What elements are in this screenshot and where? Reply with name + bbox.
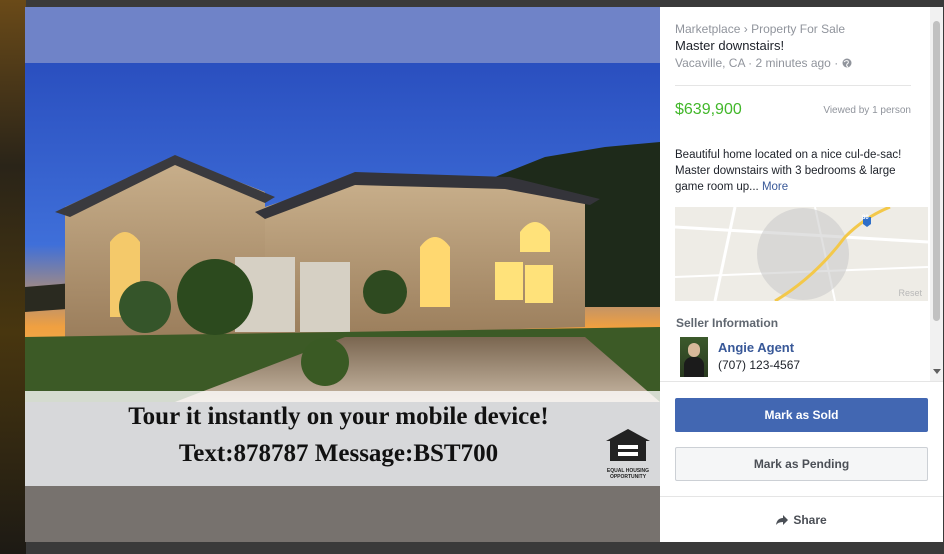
listing-photo[interactable]: Tour it instantly on your mobile device!… [25, 7, 660, 542]
equal-housing-icon [606, 429, 650, 461]
avatar-face [688, 343, 700, 357]
scroll-down-arrow-icon[interactable] [933, 369, 941, 374]
mark-as-pending-button[interactable]: Mark as Pending [675, 447, 928, 481]
scrollbar-thumb[interactable] [933, 21, 940, 321]
map-graphic [675, 207, 928, 301]
description-text: Beautiful home located on a nice cul-de-… [675, 149, 902, 193]
breadcrumb-separator: › [743, 22, 748, 36]
share-label: Share [793, 512, 827, 527]
location-text: Vacaville, CA · 2 minutes ago · [675, 56, 839, 70]
listing-modal: Tour it instantly on your mobile device!… [25, 7, 943, 542]
listing-price: $639,900 [675, 101, 742, 118]
promo-banner-line2: Text:878787 Message:BST700 [178, 440, 499, 467]
promo-banner-line1: Tour it instantly on your mobile device! [128, 403, 549, 430]
equal-housing-text-2: OPPORTUNITY [609, 474, 647, 480]
globe-icon [842, 58, 852, 68]
background-page-strip [0, 0, 26, 554]
listing-side-panel: Marketplace › Property For Sale Master d… [660, 7, 943, 542]
more-link[interactable]: More [762, 181, 788, 193]
breadcrumb-property-for-sale[interactable]: Property For Sale [751, 22, 845, 36]
seller-phone: (707) 123-4567 [718, 358, 801, 372]
divider [675, 85, 911, 86]
details-scrollbar[interactable] [930, 7, 943, 381]
listing-description: Beautiful home located on a nice cul-de-… [675, 147, 911, 195]
location-map[interactable]: 80 Reset [675, 207, 928, 301]
map-interstate-shield: 80 [862, 215, 869, 221]
seller-info-heading: Seller Information [676, 316, 779, 330]
mark-as-sold-button[interactable]: Mark as Sold [675, 398, 928, 432]
divider [660, 381, 943, 382]
seller-avatar[interactable] [680, 337, 708, 377]
avatar-body [684, 357, 704, 377]
share-button[interactable]: Share [660, 497, 943, 542]
viewed-count: Viewed by 1 person [823, 105, 911, 116]
equal-housing-logo: EQUAL HOUSING OPPORTUNITY [603, 427, 653, 480]
share-arrow-icon [776, 514, 789, 525]
map-reset-button[interactable]: Reset [898, 288, 922, 298]
listing-location-time: Vacaville, CA · 2 minutes ago · [675, 56, 852, 70]
seller-name-link[interactable]: Angie Agent [718, 340, 794, 355]
listing-title: Master downstairs! [675, 38, 785, 53]
listing-details-scroll[interactable]: Marketplace › Property For Sale Master d… [660, 7, 930, 381]
breadcrumb-marketplace[interactable]: Marketplace [675, 22, 740, 36]
breadcrumb: Marketplace › Property For Sale [675, 22, 845, 36]
